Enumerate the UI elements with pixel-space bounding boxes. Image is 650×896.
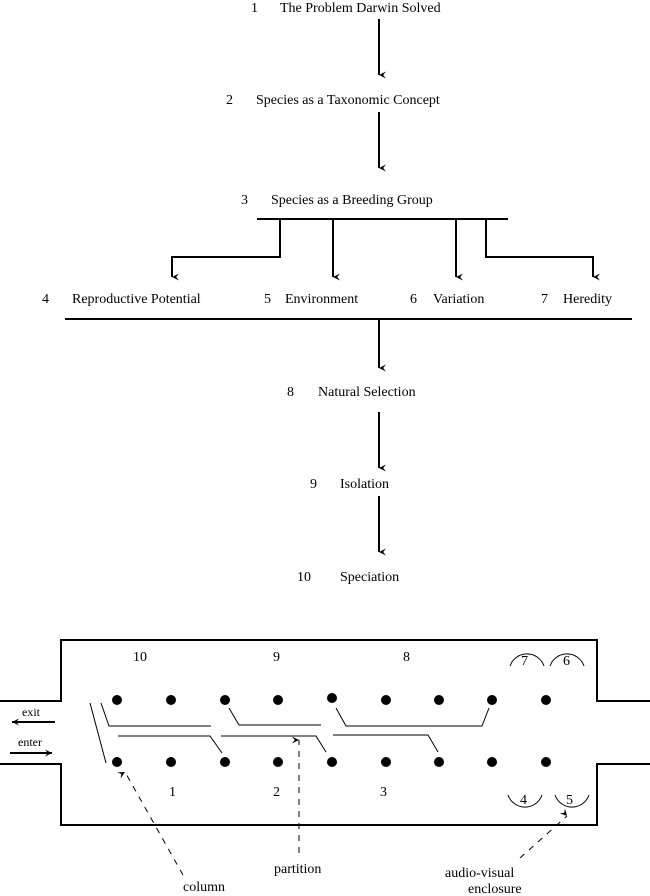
node-label: Variation xyxy=(433,292,484,307)
node-number: 9 xyxy=(310,477,317,492)
partition-upper-3 xyxy=(335,707,490,727)
partition-entry-left xyxy=(89,702,107,764)
section-number-2: 2 xyxy=(273,785,280,800)
node-label: Species as a Taxonomic Concept xyxy=(256,93,440,108)
enter-label: enter xyxy=(18,735,42,749)
section-number-10: 10 xyxy=(133,650,147,665)
enclosure-4: 4 xyxy=(507,793,543,808)
callout-label-line2: enclosure xyxy=(468,882,522,896)
node-number: 10 xyxy=(297,570,311,585)
node-number: 4 xyxy=(42,292,49,307)
enter-marker[interactable]: enter xyxy=(10,735,52,757)
node-9: 9 Isolation xyxy=(310,477,389,492)
enclosure-number: 4 xyxy=(520,793,527,808)
enclosure-7: 7 xyxy=(509,653,545,669)
node-label: Natural Selection xyxy=(318,385,416,400)
node-6: 6 Variation xyxy=(410,292,484,307)
column-dot xyxy=(220,757,230,767)
diagram-canvas: 1 The Problem Darwin Solved 2 Species as… xyxy=(0,1,650,896)
section-number-1: 1 xyxy=(169,785,176,800)
arrow-3-7 xyxy=(485,219,600,281)
column-dot xyxy=(273,757,283,767)
node-label: Reproductive Potential xyxy=(72,292,201,307)
enclosure-6: 6 xyxy=(549,653,585,669)
exit-label: exit xyxy=(22,705,41,719)
node-number: 5 xyxy=(264,292,271,307)
branch-connector xyxy=(171,218,600,281)
callout-label-line1: audio-visual xyxy=(445,866,514,881)
enclosure-number: 5 xyxy=(566,793,573,808)
column-dot xyxy=(487,757,497,767)
node-number: 2 xyxy=(226,93,233,108)
node-label: Heredity xyxy=(563,292,612,307)
partition-upper-1 xyxy=(100,702,211,727)
enclosure-5: 5 xyxy=(554,793,590,808)
section-number-3: 3 xyxy=(380,785,387,800)
column-dot xyxy=(381,695,391,705)
column-dot xyxy=(541,757,551,767)
node-label: The Problem Darwin Solved xyxy=(280,1,441,16)
columns xyxy=(112,693,551,767)
column-dot xyxy=(273,695,283,705)
flowchart: 1 The Problem Darwin Solved 2 Species as… xyxy=(42,1,632,585)
node-label: Isolation xyxy=(340,477,389,492)
node-label: Speciation xyxy=(340,570,399,585)
node-number: 3 xyxy=(241,193,248,208)
node-4: 4 Reproductive Potential xyxy=(42,292,201,307)
column-dot xyxy=(112,757,122,767)
column-dot xyxy=(381,757,391,767)
node-number: 1 xyxy=(251,1,258,16)
node-1: 1 The Problem Darwin Solved xyxy=(251,1,441,16)
exit-marker[interactable]: exit xyxy=(12,705,55,726)
column-dot xyxy=(541,695,551,705)
column-dot xyxy=(434,757,444,767)
column-dot xyxy=(220,695,230,705)
node-number: 8 xyxy=(287,385,294,400)
column-dot xyxy=(327,693,337,703)
section-number-8: 8 xyxy=(403,650,410,665)
node-label: Species as a Breeding Group xyxy=(271,193,433,208)
node-3: 3 Species as a Breeding Group xyxy=(241,193,433,208)
node-number: 6 xyxy=(410,292,417,307)
section-number-9: 9 xyxy=(273,650,280,665)
arrow-3-4 xyxy=(171,219,281,281)
node-10: 10 Speciation xyxy=(297,570,399,585)
callout-arrow xyxy=(519,808,568,859)
column-dot xyxy=(327,757,337,767)
node-label: Environment xyxy=(285,292,358,307)
node-2: 2 Species as a Taxonomic Concept xyxy=(226,93,440,108)
partitions xyxy=(89,702,490,764)
callout-label: column xyxy=(183,880,225,895)
callout-audio-visual: audio-visual enclosure xyxy=(445,808,568,896)
node-8: 8 Natural Selection xyxy=(287,385,416,400)
column-dot xyxy=(487,695,497,705)
callout-label: partition xyxy=(274,862,321,877)
column-dot xyxy=(434,695,444,705)
node-7: 7 Heredity xyxy=(541,292,612,307)
partition-lower-2 xyxy=(221,735,327,753)
floorplan: 10 9 8 1 2 3 7 6 4 5 exit enter column p… xyxy=(0,639,650,896)
node-number: 7 xyxy=(541,292,548,307)
column-dot xyxy=(166,757,176,767)
partition-upper-2 xyxy=(228,707,321,726)
enclosure-number: 6 xyxy=(563,654,570,669)
enclosure-number: 7 xyxy=(521,654,528,669)
node-5: 5 Environment xyxy=(264,292,358,307)
column-dot xyxy=(166,695,176,705)
column-dot xyxy=(112,695,122,705)
partition-lower-3 xyxy=(333,734,439,753)
partition-lower-1 xyxy=(118,735,223,754)
